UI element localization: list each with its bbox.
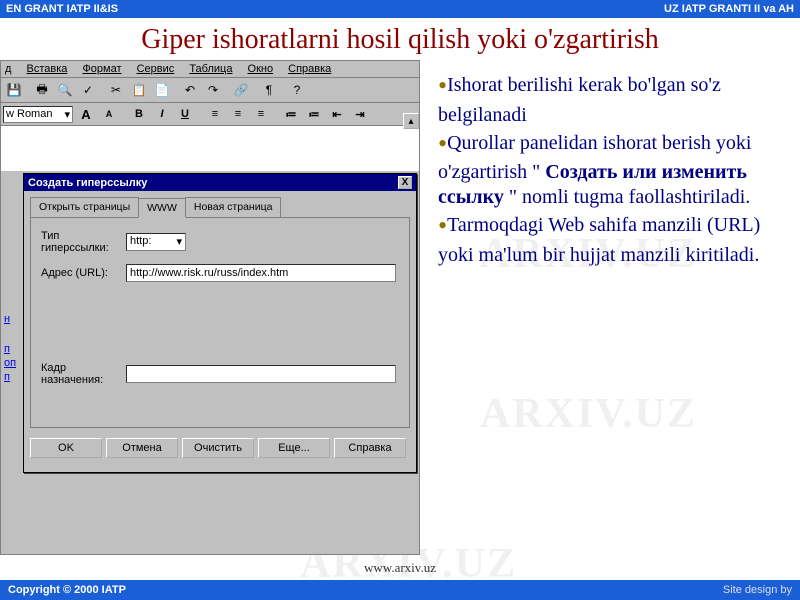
doc-link[interactable]: н [4,313,16,325]
help-icon[interactable]: ? [286,80,308,100]
menu-format[interactable]: Формат [82,63,121,75]
create-hyperlink-dialog: Создать гиперссылку X Открыть страницы W… [23,173,417,473]
menu-help[interactable]: Справка [288,63,331,75]
menu-service[interactable]: Сервис [137,63,175,75]
decrease-font-icon[interactable]: A [99,105,119,123]
bullet-text-2b: " nomli tugma faollashtiriladi. [504,186,750,208]
menu-d[interactable]: д [5,63,11,75]
hyperlink-icon[interactable]: 🔗 [230,80,252,100]
dropdown-icon: ▾ [64,108,70,121]
header-left: EN GRANT IATP II&IS [6,3,118,15]
dialog-button-row: OK Отмена Очистить Еще... Справка [24,434,416,464]
document-area[interactable] [1,126,419,171]
target-frame-input[interactable] [126,365,396,383]
clear-button[interactable]: Очистить [182,438,254,458]
underline-button[interactable]: U [175,105,195,123]
menu-bar[interactable]: д Вставка Формат Сервис Таблица Окно Спр… [1,61,419,78]
redo-icon[interactable]: ↷ [202,80,224,100]
help-button[interactable]: Справка [334,438,406,458]
header-bar: EN GRANT IATP II&IS UZ IATP GRANTI II va… [0,0,800,18]
bullet-icon: • [438,129,447,158]
standard-toolbar: 💾 🖶 🔍 ✓ ✂ 📋 📄 ↶ ↷ 🔗 ¶ ? [1,78,419,103]
doc-link[interactable]: п [4,371,16,383]
url-input[interactable] [126,264,396,282]
editor-window: д Вставка Формат Сервис Таблица Окно Спр… [0,60,420,555]
tab-open-pages[interactable]: Открыть страницы [30,197,139,217]
pilcrow-icon[interactable]: ¶ [258,80,280,100]
scroll-up-icon[interactable]: ▴ [403,113,419,129]
header-right: UZ IATP GRANTI II va AH [664,3,794,15]
tab-new-page[interactable]: Новая страница [185,197,282,217]
bold-button[interactable]: B [129,105,149,123]
dialog-titlebar[interactable]: Создать гиперссылку X [24,174,416,191]
dialog-body: Тип гиперссылки: http: ▾ Адрес (URL): Ка… [30,218,410,428]
preview-icon[interactable]: 🔍 [54,80,76,100]
label-target-frame: Кадр назначения: [41,362,126,386]
menu-window[interactable]: Окно [248,63,274,75]
numbered-list-icon[interactable]: ≔ [281,105,301,123]
align-right-icon[interactable]: ≡ [251,105,271,123]
footer-bar: Copyright © 2000 IATP Site design by [0,580,800,600]
outdent-icon[interactable]: ⇤ [327,105,347,123]
link-type-select[interactable]: http: ▾ [126,233,186,251]
ok-button[interactable]: OK [30,438,102,458]
copy-icon[interactable]: 📋 [128,80,150,100]
spell-icon[interactable]: ✓ [77,80,99,100]
bullet-icon: • [438,71,447,100]
menu-insert[interactable]: Вставка [26,63,67,75]
link-type-value: http: [130,235,151,249]
format-toolbar: w Roman ▾ A A B I U ≡ ≡ ≡ ≔ ≔ ⇤ ⇥ [1,103,419,126]
save-icon[interactable]: 💾 [3,80,25,100]
dialog-tabs: Открыть страницы WWW Новая страница [30,197,410,218]
copyright-text: Copyright © 2000 IATP [8,584,126,596]
doc-link[interactable]: оп [4,357,16,369]
bullet-icon: • [438,211,447,240]
design-credit: Site design by [723,584,792,596]
bullet-text-3: Tarmoqdagi Web sahifa manzili (URL) yoki… [438,214,760,266]
dropdown-icon: ▾ [176,235,182,249]
font-name-select[interactable]: w Roman ▾ [3,106,73,123]
bullet-text-1: Ishorat berilishi kerak bo'lgan so'z bel… [438,74,721,126]
label-url: Адрес (URL): [41,267,126,279]
dialog-title-text: Создать гиперссылку [28,177,147,189]
italic-button[interactable]: I [152,105,172,123]
tab-www[interactable]: WWW [138,198,186,218]
font-name-value: w Roman [6,108,52,121]
label-link-type: Тип гиперссылки: [41,230,126,254]
doc-link[interactable]: п [4,343,16,355]
more-button[interactable]: Еще... [258,438,330,458]
align-center-icon[interactable]: ≡ [228,105,248,123]
close-button[interactable]: X [398,176,412,189]
footer-url: www.arxiv.uz [0,560,800,576]
indent-icon[interactable]: ⇥ [350,105,370,123]
cancel-button[interactable]: Отмена [106,438,178,458]
menu-table[interactable]: Таблица [189,63,232,75]
bullet-paragraph: •Ishorat berilishi kerak bo'lgan so'z be… [438,70,776,268]
page-title: Giper ishoratlarni hosil qilish yoki o'z… [0,18,800,60]
paste-icon[interactable]: 📄 [151,80,173,100]
bullet-list-icon[interactable]: ≔ [304,105,324,123]
undo-icon[interactable]: ↶ [179,80,201,100]
align-left-icon[interactable]: ≡ [205,105,225,123]
print-icon[interactable]: 🖶 [31,80,53,100]
increase-font-icon[interactable]: A [76,105,96,123]
cut-icon[interactable]: ✂ [105,80,127,100]
